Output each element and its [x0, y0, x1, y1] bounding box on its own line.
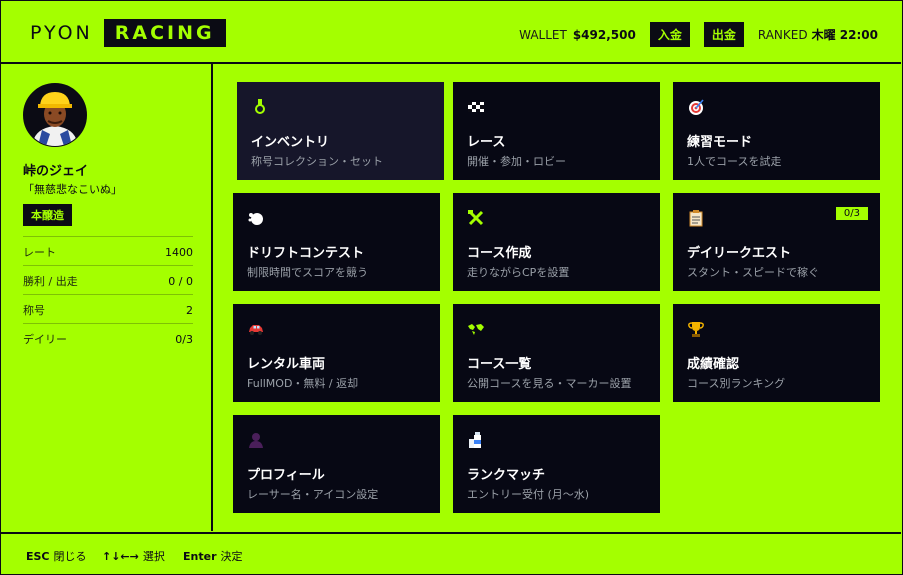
menu-card-ranked-match[interactable]: ランクマッチ エントリー受付 (月〜水) — [453, 415, 660, 513]
stat-value: 0/3 — [175, 333, 193, 346]
stat-value: 0 / 0 — [168, 275, 193, 288]
menu-card-course-create[interactable]: コース作成 走りながらCPを設置 — [453, 193, 660, 291]
card-title: 成績確認 — [687, 357, 740, 372]
stats-list: レート 1400 勝利 / 出走 0 / 0 称号 2 デイリー 0/3 — [23, 236, 193, 352]
card-subtitle: 1人でコースを試走 — [687, 155, 782, 168]
stat-row-rate: レート 1400 — [23, 236, 193, 265]
stat-label: 勝利 / 出走 — [23, 275, 78, 288]
logo: PYON RACING — [30, 19, 226, 47]
menu-card-daily-quest[interactable]: 0/3 デイリークエスト スタント・スピードで稼ぐ — [673, 193, 880, 291]
card-title: 練習モード — [687, 135, 753, 150]
hint-label: 選択 — [142, 550, 165, 563]
logo-racing: RACING — [103, 19, 226, 47]
menu-card-inventory[interactable]: インベントリ 称号コレクション・セット — [237, 82, 444, 180]
card-subtitle: 称号コレクション・セット — [251, 155, 383, 168]
header-right: WALLET $492,500 入金 出金 RANKED 木曜 22:00 — [519, 22, 878, 47]
avatar — [23, 83, 87, 147]
hint-arrows: ↑↓←→ 選択 — [102, 548, 165, 564]
card-subtitle: 公開コースを見る・マーカー設置 — [467, 377, 632, 390]
menu-card-practice[interactable]: 練習モード 1人でコースを試走 — [673, 82, 880, 180]
deposit-button[interactable]: 入金 — [649, 22, 690, 47]
menu-card-drift[interactable]: ドリフトコンテスト 制限時間でスコアを競う — [233, 193, 440, 291]
wallet-label: WALLET — [519, 27, 567, 42]
card-title: ランクマッチ — [467, 468, 546, 483]
person-icon — [249, 433, 263, 448]
card-title: プロフィール — [247, 468, 325, 483]
card-title: レンタル車両 — [247, 357, 326, 372]
stat-row-wins: 勝利 / 出走 0 / 0 — [23, 265, 193, 294]
header: PYON RACING WALLET $492,500 入金 出金 RANKED… — [1, 1, 901, 64]
wallet-amount: $492,500 — [572, 27, 636, 42]
ranked-label: RANKED — [757, 27, 808, 42]
card-title: ドリフトコンテスト — [247, 246, 365, 261]
trophy-icon — [688, 322, 704, 337]
card-subtitle: 制限時間でスコアを競う — [247, 266, 368, 279]
hint-label: 閉じる — [53, 550, 87, 563]
card-title: コース作成 — [467, 246, 532, 261]
stat-label: 称号 — [23, 304, 45, 317]
withdraw-button[interactable]: 出金 — [703, 22, 744, 47]
hint-label: 決定 — [220, 550, 243, 563]
card-title: レース — [467, 135, 506, 150]
card-title: インベントリ — [251, 135, 330, 150]
hint-escape: ESC 閉じる — [26, 548, 87, 564]
medal-icon — [255, 99, 265, 114]
card-subtitle: 走りながらCPを設置 — [467, 266, 570, 279]
stat-value: 1400 — [165, 246, 193, 259]
stat-label: レート — [23, 246, 56, 259]
checkered-flag-icon — [468, 102, 484, 112]
stat-value: 2 — [186, 304, 193, 317]
menu-card-results[interactable]: 成績確認 コース別ランキング — [673, 304, 880, 402]
car-icon — [249, 325, 263, 335]
player-tagline: 「無慈悲なこいぬ」 — [23, 183, 122, 196]
tools-icon — [468, 210, 484, 226]
card-subtitle: コース別ランキング — [687, 377, 786, 390]
stat-row-daily: デイリー 0/3 — [23, 323, 193, 352]
card-subtitle: スタント・スピードで稼ぐ — [687, 266, 819, 279]
logo-pyon: PYON — [30, 22, 93, 44]
hint-key: ESC — [26, 550, 50, 563]
dash-smoke-icon — [248, 213, 263, 225]
footer-hints: ESC 閉じる ↑↓←→ 選択 Enter 決定 — [1, 532, 901, 575]
hint-key: ↑↓←→ — [102, 550, 139, 563]
player-name: 峠のジェイ — [23, 164, 89, 179]
menu-card-course-list[interactable]: コース一覧 公開コースを見る・マーカー設置 — [453, 304, 660, 402]
menu-card-race[interactable]: レース 開催・参加・ロビー — [453, 82, 660, 180]
card-subtitle: FullMOD・無料 / 返却 — [247, 377, 359, 390]
card-subtitle: 開催・参加・ロビー — [467, 155, 566, 168]
menu-card-profile[interactable]: プロフィール レーサー名・アイコン設定 — [233, 415, 440, 513]
card-title: コース一覧 — [467, 357, 532, 372]
card-title: デイリークエスト — [687, 246, 792, 261]
profile-sidebar: 峠のジェイ 「無慈悲なこいぬ」 本醸造 レート 1400 勝利 / 出走 0 /… — [1, 64, 213, 531]
stat-label: デイリー — [23, 333, 67, 346]
milk-icon — [469, 432, 481, 448]
target-icon — [689, 99, 704, 115]
quest-progress-badge: 0/3 — [835, 207, 868, 220]
hint-key: Enter — [183, 550, 217, 563]
world-map-icon — [468, 324, 484, 335]
card-subtitle: エントリー受付 (月〜水) — [467, 488, 590, 501]
hint-enter: Enter 決定 — [183, 548, 243, 564]
menu-card-rental[interactable]: レンタル車両 FullMOD・無料 / 返却 — [233, 304, 440, 402]
stat-row-titles: 称号 2 — [23, 294, 193, 323]
card-subtitle: レーサー名・アイコン設定 — [247, 488, 379, 501]
player-title-badge: 本醸造 — [23, 204, 72, 226]
ranked-time: 木曜 22:00 — [811, 28, 878, 42]
clipboard-icon — [689, 210, 703, 227]
